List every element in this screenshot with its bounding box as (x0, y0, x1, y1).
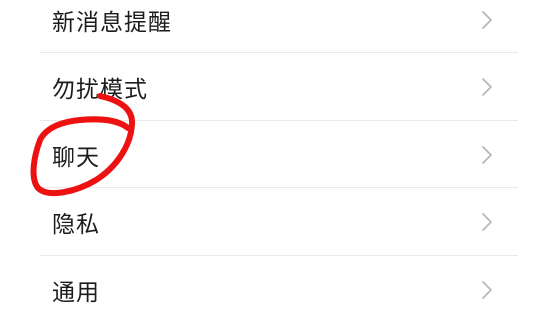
settings-item-label: 隐私 (52, 211, 100, 238)
settings-item-label: 勿扰模式 (52, 76, 148, 103)
chevron-right-icon (482, 10, 492, 29)
chevron-right-icon (482, 280, 492, 299)
chevron-right-icon (482, 77, 492, 96)
settings-item-label: 聊天 (52, 144, 100, 171)
settings-item-privacy[interactable]: 隐私 (0, 188, 554, 255)
settings-list: 新消息提醒 勿扰模式 聊天 隐私 通用 (0, 0, 554, 315)
chevron-right-icon (482, 145, 492, 164)
settings-item-new-message-alerts[interactable]: 新消息提醒 (0, 0, 554, 53)
settings-item-label: 新消息提醒 (52, 9, 172, 36)
chevron-right-icon (482, 212, 492, 231)
settings-item-label: 通用 (52, 279, 100, 306)
settings-item-do-not-disturb[interactable]: 勿扰模式 (0, 53, 554, 120)
settings-item-chat[interactable]: 聊天 (0, 121, 554, 188)
settings-item-general[interactable]: 通用 (0, 256, 554, 315)
